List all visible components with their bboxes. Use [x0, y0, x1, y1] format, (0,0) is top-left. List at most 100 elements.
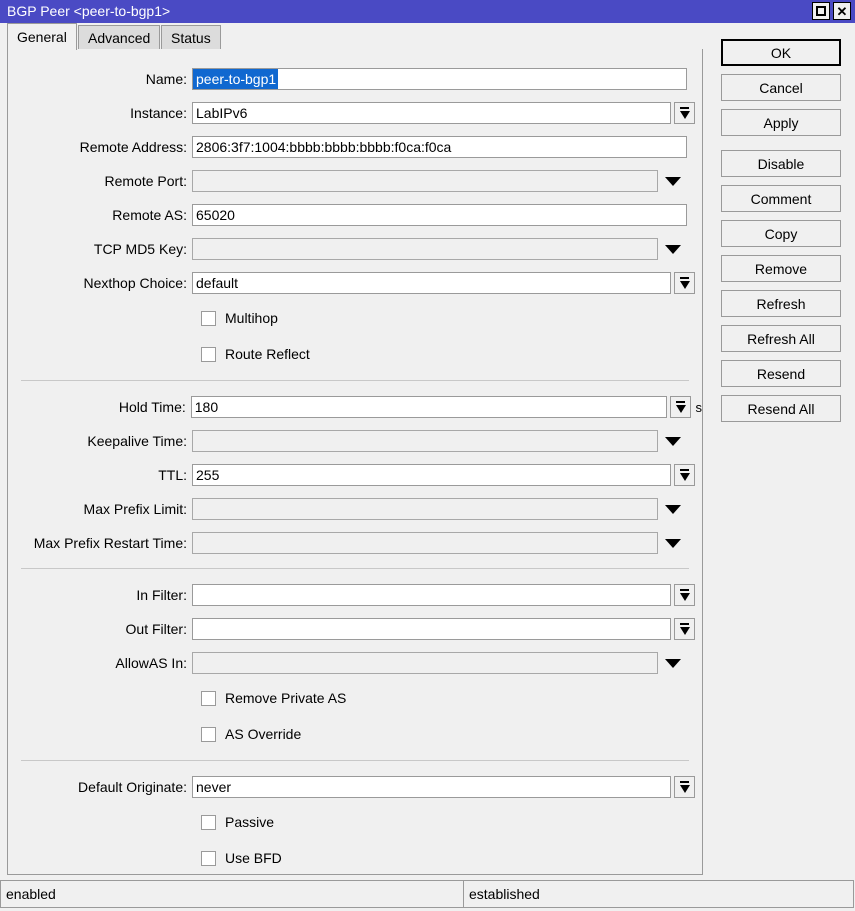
button-label: OK	[771, 45, 791, 61]
window-controls: ✕	[812, 2, 851, 20]
status-enabled-pane: enabled	[0, 880, 464, 908]
field-label: Max Prefix Restart Time:	[8, 535, 192, 551]
selected-text: peer-to-bgp1	[193, 69, 278, 89]
close-button[interactable]: ✕	[833, 2, 851, 20]
checkbox-as-override[interactable]	[201, 727, 216, 742]
checkbox-row[interactable]: Use BFD	[8, 846, 282, 870]
spin-dropdown-button[interactable]	[674, 618, 695, 640]
field-label: Remote AS:	[8, 207, 192, 223]
checkbox-remove-private-as[interactable]	[201, 691, 216, 706]
field-input[interactable]: 2806:3f7:1004:bbbb:bbbb:bbbb:f0ca:f0ca	[192, 136, 687, 158]
dropdown-arrow-icon[interactable]	[662, 652, 684, 674]
checkbox-use-bfd[interactable]	[201, 851, 216, 866]
field-input[interactable]: 65020	[192, 204, 687, 226]
refresh-button[interactable]: Refresh	[721, 290, 841, 317]
tab-general[interactable]: General	[7, 23, 77, 50]
cancel-button[interactable]: Cancel	[721, 74, 841, 101]
resend-all-button[interactable]: Resend All	[721, 395, 841, 422]
field-input[interactable]: peer-to-bgp1	[192, 68, 687, 90]
checkbox-row[interactable]: AS Override	[8, 722, 301, 746]
tab-status[interactable]: Status	[161, 25, 221, 49]
field-input[interactable]: 255	[192, 464, 671, 486]
field-unit-label: s	[696, 400, 703, 415]
form-row: Nexthop Choice:default	[8, 270, 702, 296]
field-input[interactable]	[192, 532, 658, 554]
button-label: Apply	[763, 115, 798, 131]
field-label: Default Originate:	[8, 779, 192, 795]
field-input[interactable]	[192, 584, 671, 606]
apply-button[interactable]: Apply	[721, 109, 841, 136]
button-label: Comment	[751, 191, 812, 207]
form-row: In Filter:	[8, 582, 702, 608]
disable-button[interactable]: Disable	[721, 150, 841, 177]
tab-label: General	[17, 29, 67, 45]
button-label: Refresh	[756, 296, 805, 312]
field-input[interactable]: never	[192, 776, 671, 798]
restore-button[interactable]	[812, 2, 830, 20]
field-input[interactable]	[192, 170, 658, 192]
field-label: In Filter:	[8, 587, 192, 603]
title-bar: BGP Peer <peer-to-bgp1> ✕	[0, 0, 855, 23]
field-label: Remote Address:	[8, 139, 192, 155]
resend-button[interactable]: Resend	[721, 360, 841, 387]
refresh-all-button[interactable]: Refresh All	[721, 325, 841, 352]
spin-dropdown-button[interactable]	[674, 272, 695, 294]
dropdown-arrow-icon[interactable]	[662, 498, 684, 520]
copy-button[interactable]: Copy	[721, 220, 841, 247]
field-input[interactable]	[192, 652, 658, 674]
field-input[interactable]	[192, 430, 658, 452]
tab-label: Status	[171, 30, 211, 46]
field-label: Instance:	[8, 105, 192, 121]
checkbox-route-reflect[interactable]	[201, 347, 216, 362]
checkbox-passive[interactable]	[201, 815, 216, 830]
button-label: Cancel	[759, 80, 803, 96]
remove-button[interactable]: Remove	[721, 255, 841, 282]
tab-advanced[interactable]: Advanced	[78, 25, 160, 49]
dropdown-arrow-icon[interactable]	[662, 430, 684, 452]
field-label: Nexthop Choice:	[8, 275, 192, 291]
form-row: Default Originate:never	[8, 774, 702, 800]
checkbox-row[interactable]: Remove Private AS	[8, 686, 346, 710]
form-row: Remote Address:2806:3f7:1004:bbbb:bbbb:b…	[8, 134, 702, 160]
ok-button[interactable]: OK	[721, 39, 841, 66]
button-label: Disable	[758, 156, 805, 172]
checkbox-row[interactable]: Route Reflect	[8, 342, 310, 366]
spin-dropdown-button[interactable]	[670, 396, 691, 418]
field-input[interactable]	[192, 498, 658, 520]
checkbox-row[interactable]: Multihop	[8, 306, 278, 330]
checkbox-multihop[interactable]	[201, 311, 216, 326]
field-input[interactable]	[192, 238, 658, 260]
field-label: Hold Time:	[8, 399, 191, 415]
checkbox-label: Remove Private AS	[225, 690, 346, 706]
field-label: Keepalive Time:	[8, 433, 192, 449]
spin-dropdown-button[interactable]	[674, 776, 695, 798]
spin-dropdown-button[interactable]	[674, 464, 695, 486]
general-tab-panel: Name:peer-to-bgp1Instance:LabIPv6Remote …	[7, 49, 703, 875]
field-label: AllowAS In:	[8, 655, 192, 671]
button-label: Copy	[765, 226, 798, 242]
field-label: Name:	[8, 71, 192, 87]
dropdown-arrow-icon[interactable]	[662, 238, 684, 260]
comment-button[interactable]: Comment	[721, 185, 841, 212]
field-input[interactable]	[192, 618, 671, 640]
status-bar: enabled established	[0, 880, 855, 911]
dropdown-arrow-icon[interactable]	[662, 532, 684, 554]
spin-dropdown-button[interactable]	[674, 102, 695, 124]
section-divider	[21, 568, 689, 569]
spin-dropdown-button[interactable]	[674, 584, 695, 606]
restore-icon	[816, 6, 826, 16]
tab-label: Advanced	[88, 30, 150, 46]
dropdown-arrow-icon[interactable]	[662, 170, 684, 192]
checkbox-label: Use BFD	[225, 850, 282, 866]
field-label: TTL:	[8, 467, 192, 483]
field-input[interactable]: 180	[191, 396, 667, 418]
action-button-column: OK Cancel Apply Disable Comment Copy Remove Ref…	[721, 39, 841, 430]
form-row: Max Prefix Limit:	[8, 496, 702, 522]
status-state-pane: established	[463, 880, 854, 908]
checkbox-label: AS Override	[225, 726, 301, 742]
field-input[interactable]: LabIPv6	[192, 102, 671, 124]
checkbox-label: Route Reflect	[225, 346, 310, 362]
field-label: Remote Port:	[8, 173, 192, 189]
checkbox-row[interactable]: Passive	[8, 810, 274, 834]
field-input[interactable]: default	[192, 272, 671, 294]
